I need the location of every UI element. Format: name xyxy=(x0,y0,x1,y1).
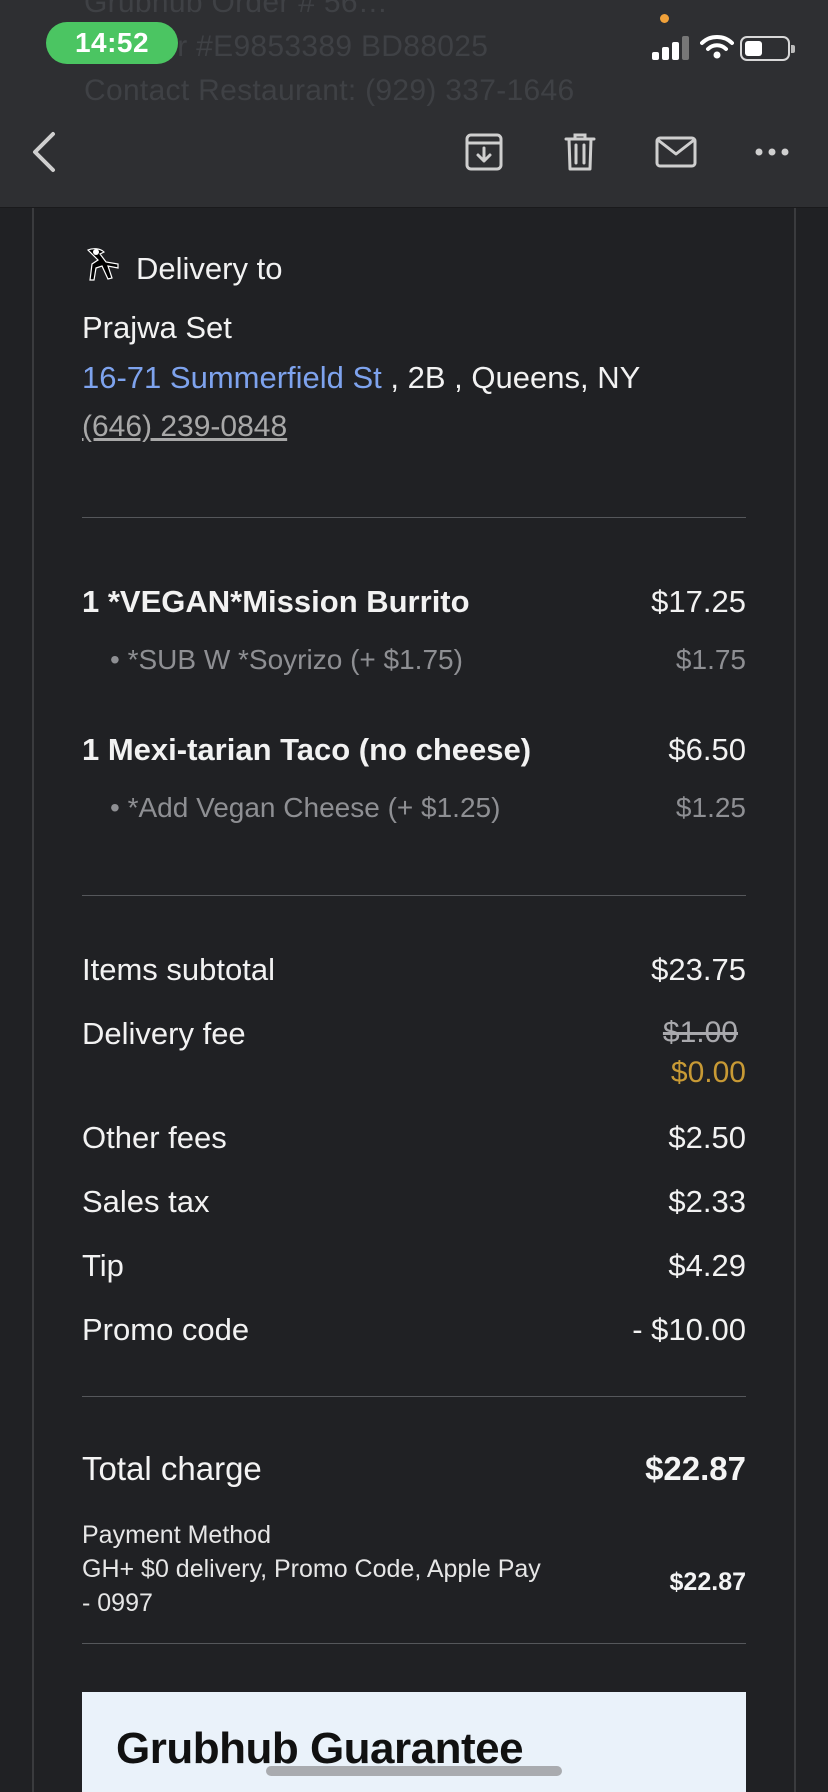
sales-tax-value: $2.33 xyxy=(668,1184,746,1219)
delivery-fee-row: Delivery fee $1.00 $0.00 xyxy=(82,1016,746,1096)
modifier-text: • *SUB W *Soyrizo (+ $1.75) xyxy=(110,644,463,675)
tip-row: Tip $4.29 xyxy=(82,1248,746,1284)
promo-label: Promo code xyxy=(82,1312,250,1347)
sales-tax-label: Sales tax xyxy=(82,1184,210,1219)
order-item: 1 *VEGAN*Mission Burrito $17.25 xyxy=(82,584,746,620)
tip-value: $4.29 xyxy=(668,1248,746,1283)
divider xyxy=(82,517,746,518)
item-modifier: • *Add Vegan Cheese (+ $1.25) $1.25 xyxy=(82,792,746,824)
status-time: 14:52 xyxy=(46,22,178,64)
other-fees-value: $2.50 xyxy=(668,1120,746,1155)
sales-tax-row: Sales tax $2.33 xyxy=(82,1184,746,1220)
scooter-icon xyxy=(82,246,122,291)
item-name: 1 *VEGAN*Mission Burrito xyxy=(82,584,470,619)
order-item: 1 Mexi-tarian Taco (no cheese) $6.50 xyxy=(82,732,746,768)
phone-link[interactable]: (646) 239-0848 xyxy=(82,410,746,444)
subtotal-label: Items subtotal xyxy=(82,952,275,987)
modifier-price: $1.25 xyxy=(675,792,746,823)
total-row: Total charge $22.87 xyxy=(82,1450,746,1488)
delivery-fee-final: $0.00 xyxy=(670,1056,746,1089)
other-fees-label: Other fees xyxy=(82,1120,227,1155)
chevron-left-icon[interactable] xyxy=(20,128,68,176)
scrolled-text: Contact Restaurant: (929) 337-1646 xyxy=(84,74,575,107)
cellular-signal-icon xyxy=(652,36,690,60)
delivery-address: 16-71 Summerfield St , 2B , Queens, NY xyxy=(82,360,746,396)
mail-icon[interactable] xyxy=(652,128,700,176)
email-screen: Delivery to Prajwa Set 16-71 Summerfield… xyxy=(0,0,828,1792)
scrolled-text: Grubhub Order # 56… xyxy=(84,0,389,19)
delivery-heading-label: Delivery to xyxy=(136,250,283,286)
tip-label: Tip xyxy=(82,1248,124,1283)
delivery-fee-label: Delivery fee xyxy=(82,1016,246,1051)
item-price: $17.25 xyxy=(651,584,746,619)
item-modifier: • *SUB W *Soyrizo (+ $1.75) $1.75 xyxy=(82,644,746,676)
item-price: $6.50 xyxy=(668,732,746,767)
payment-method-title: Payment Method xyxy=(82,1521,271,1549)
address-link[interactable]: 16-71 Summerfield St xyxy=(82,360,382,395)
payment-method: Payment Method GH+ $0 delivery, Promo Co… xyxy=(82,1518,582,1620)
divider xyxy=(82,1643,746,1644)
delivery-fee-original: $1.00 xyxy=(662,1016,738,1049)
divider xyxy=(82,1396,746,1397)
home-indicator[interactable] xyxy=(266,1766,562,1776)
subtotal-row: Items subtotal $23.75 xyxy=(82,952,746,988)
promo-value: - $10.00 xyxy=(632,1312,746,1347)
archive-icon[interactable] xyxy=(460,128,508,176)
wifi-icon xyxy=(700,34,734,65)
privacy-indicator-dot xyxy=(660,14,669,23)
item-name: 1 Mexi-tarian Taco (no cheese) xyxy=(82,732,532,767)
payment-value: $22.87 xyxy=(669,1568,746,1596)
modifier-price: $1.75 xyxy=(675,644,746,675)
divider xyxy=(82,895,746,896)
payment-method-detail: GH+ $0 delivery, Promo Code, Apple Pay xyxy=(82,1555,541,1583)
guarantee-banner: Grubhub Guarantee xyxy=(82,1692,746,1792)
battery-icon xyxy=(740,36,795,61)
recipient-name: Prajwa Set xyxy=(82,310,232,345)
payment-method-card: - 0997 xyxy=(82,1589,153,1617)
total-label: Total charge xyxy=(82,1450,262,1487)
delivery-heading: Delivery to xyxy=(82,246,282,291)
subtotal-value: $23.75 xyxy=(651,952,746,987)
mail-toolbar: Grubhub Order # 56… number #E9853389 BD8… xyxy=(0,0,828,208)
trash-icon[interactable] xyxy=(556,128,604,176)
total-value: $22.87 xyxy=(645,1450,746,1487)
modifier-text: • *Add Vegan Cheese (+ $1.25) xyxy=(110,792,501,823)
more-icon[interactable] xyxy=(748,128,796,176)
address-rest: , 2B , Queens, NY xyxy=(381,360,641,395)
promo-row: Promo code - $10.00 xyxy=(82,1312,746,1348)
other-fees-row: Other fees $2.50 xyxy=(82,1120,746,1156)
